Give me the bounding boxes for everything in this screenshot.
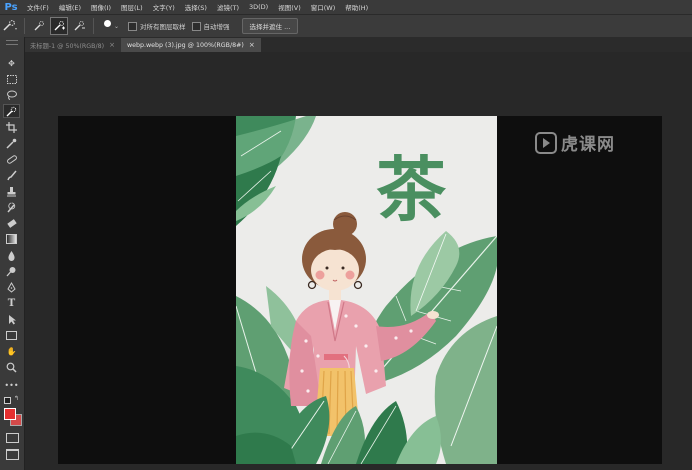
- crop-icon: [6, 121, 17, 133]
- marquee-icon: [6, 74, 17, 84]
- brush-tool[interactable]: [3, 168, 20, 182]
- sample-all-layers-checkbox[interactable]: [128, 21, 137, 31]
- eraser-tool[interactable]: [3, 216, 20, 230]
- eyedropper-tool[interactable]: [3, 136, 20, 150]
- hand-tool[interactable]: ✋: [3, 344, 20, 358]
- gradient-tool[interactable]: [3, 232, 20, 246]
- menu-type[interactable]: 文字(Y): [148, 2, 180, 12]
- ellipsis-icon: •••: [4, 380, 19, 390]
- bandage-icon: [6, 154, 17, 164]
- menu-layer[interactable]: 图层(L): [116, 2, 148, 12]
- tab-webp-image[interactable]: webp.webp (3).jpg @ 100%(RGB/8#) ×: [120, 38, 261, 52]
- eraser-icon: [7, 218, 17, 228]
- quick-selection-tool[interactable]: [3, 104, 20, 118]
- screen-mode-icon[interactable]: [6, 449, 19, 460]
- options-bar: ⌄ 30 对所有图层取样 自动增强 选择并遮住 ...: [0, 14, 692, 49]
- subtract-from-selection-mode[interactable]: [70, 17, 88, 35]
- quick-selection-icon: [6, 106, 17, 116]
- stamp-icon: [7, 186, 16, 196]
- brush-subtract-icon: [74, 21, 85, 31]
- brush-icon: [7, 170, 17, 180]
- dodge-icon: [6, 266, 16, 276]
- pen-tool[interactable]: [3, 280, 20, 294]
- blur-tool[interactable]: [3, 248, 20, 262]
- new-selection-mode[interactable]: [30, 17, 48, 35]
- close-icon[interactable]: ×: [109, 41, 115, 49]
- menu-bar: Ps 文件(F) 编辑(E) 图像(I) 图层(L) 文字(Y) 选择(S) 滤…: [0, 0, 692, 14]
- photoshop-logo: Ps: [4, 1, 18, 13]
- foreground-color-swatch[interactable]: [4, 408, 16, 420]
- menu-image[interactable]: 图像(I): [86, 2, 116, 12]
- rectangle-icon: [6, 330, 17, 340]
- menu-help[interactable]: 帮助(H): [340, 2, 373, 12]
- brush-add-icon: [54, 21, 65, 31]
- document-tab-bar: 未标题-1 @ 50%(RGB/8) × webp.webp (3).jpg @…: [24, 37, 692, 52]
- watermark: 虎课网: [535, 130, 615, 155]
- tab-label: 未标题-1 @ 50%(RGB/8): [30, 42, 105, 50]
- magnifier-icon: [6, 362, 17, 373]
- hand-icon: ✋: [6, 346, 17, 356]
- more-tools[interactable]: •••: [3, 378, 20, 392]
- marquee-tool[interactable]: [3, 72, 20, 86]
- menu-filter[interactable]: 滤镜(T): [212, 2, 244, 12]
- separator: [24, 18, 25, 34]
- default-colors-icon[interactable]: [4, 397, 11, 404]
- tools-panel: ✥ T ✋ ••• ↰: [0, 37, 25, 470]
- arrow-icon: [8, 314, 16, 324]
- menu-file[interactable]: 文件(F): [22, 2, 54, 12]
- eyedropper-icon: [6, 138, 17, 149]
- path-selection-tool[interactable]: [3, 312, 20, 326]
- close-icon[interactable]: ×: [249, 41, 255, 49]
- menu-3d[interactable]: 3D(D): [244, 3, 273, 11]
- menu-select[interactable]: 选择(S): [180, 2, 212, 12]
- quick-mask-icon[interactable]: [6, 433, 19, 443]
- tab-label: webp.webp (3).jpg @ 100%(RGB/8#): [126, 41, 244, 49]
- tea-character: 茶: [376, 148, 447, 231]
- type-icon: T: [7, 297, 16, 309]
- dodge-tool[interactable]: [3, 264, 20, 278]
- artwork-image: 茶: [236, 116, 497, 464]
- brush-new-icon: [34, 21, 44, 31]
- crop-tool[interactable]: [3, 120, 20, 134]
- chevron-down-icon: ⌄: [114, 22, 120, 30]
- rectangle-tool[interactable]: [3, 328, 20, 342]
- move-tool[interactable]: ✥: [3, 56, 20, 70]
- drop-icon: [8, 250, 15, 261]
- auto-enhance-checkbox[interactable]: [191, 21, 201, 31]
- watermark-text: 虎课网: [561, 135, 615, 155]
- play-logo-icon: [535, 131, 557, 154]
- brush-tip-preview: [104, 20, 111, 27]
- tab-untitled-1[interactable]: 未标题-1 @ 50%(RGB/8) ×: [24, 38, 121, 52]
- separator: [93, 18, 94, 34]
- swap-colors-icon[interactable]: ↰: [14, 395, 19, 402]
- menu-view[interactable]: 视图(V): [273, 2, 306, 12]
- type-tool[interactable]: T: [3, 296, 20, 310]
- sample-all-layers-label: 对所有图层取样: [140, 23, 186, 31]
- menu-window[interactable]: 窗口(W): [306, 2, 341, 12]
- tea-girl-illustration: 茶: [236, 116, 497, 464]
- add-to-selection-mode[interactable]: [50, 17, 68, 35]
- panel-collapse-icon[interactable]: [6, 40, 18, 45]
- menu-edit[interactable]: 编辑(E): [54, 2, 86, 12]
- pen-icon: [7, 281, 16, 293]
- history-brush-icon: [7, 202, 16, 212]
- brush-picker[interactable]: ⌄: [98, 16, 122, 36]
- select-and-mask-button[interactable]: 选择并遮住 ...: [241, 18, 299, 34]
- auto-enhance-label: 自动增强: [203, 23, 230, 31]
- history-brush-tool[interactable]: [3, 200, 20, 214]
- gradient-icon: [6, 234, 17, 244]
- zoom-tool[interactable]: [3, 360, 20, 374]
- lasso-icon: [7, 90, 17, 100]
- healing-brush-tool[interactable]: [3, 152, 20, 166]
- clone-stamp-tool[interactable]: [3, 184, 20, 198]
- tool-preset-picker[interactable]: [0, 17, 20, 35]
- lasso-tool[interactable]: [3, 88, 20, 102]
- move-icon: ✥: [8, 58, 15, 68]
- quick-selection-icon: [3, 20, 17, 31]
